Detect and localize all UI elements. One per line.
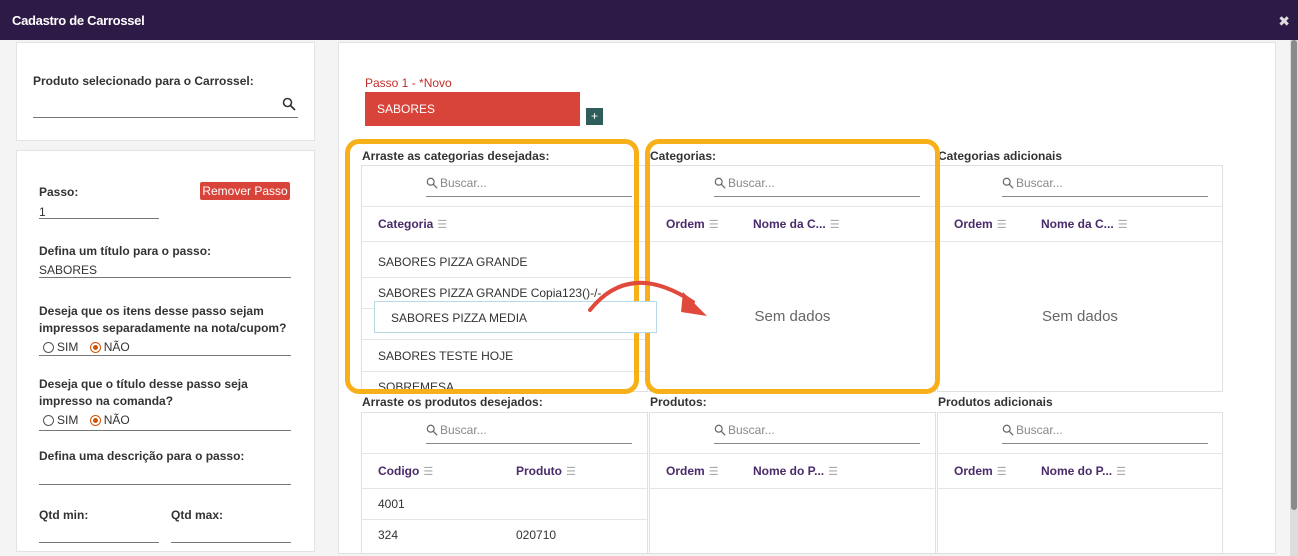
- search-icon: [426, 424, 438, 436]
- print-note-underline: [39, 355, 291, 356]
- radio-sim[interactable]: SIM: [43, 340, 78, 354]
- title-input[interactable]: SABORES: [39, 263, 97, 277]
- passo-label: Passo:: [39, 185, 79, 199]
- prod-target-grid[interactable]: Buscar... Ordem ☰ Nome do P... ☰: [649, 412, 936, 554]
- col-nome[interactable]: Nome da C... ☰: [1041, 217, 1128, 231]
- print-title-radios: SIM NÃO: [43, 413, 138, 427]
- cat-extra-title: Categorias adicionais: [938, 149, 1063, 163]
- qtd-min-input[interactable]: [39, 542, 159, 543]
- prod-target-search[interactable]: Buscar...: [714, 423, 920, 444]
- highlight-frame-target: [645, 139, 940, 394]
- prod-extra-header: Ordem ☰ Nome do P... ☰: [938, 453, 1222, 489]
- cat-extra-grid[interactable]: Buscar... Ordem ☰ Nome da C... ☰ Sem dados: [937, 165, 1223, 392]
- prod-extra-grid[interactable]: Buscar... Ordem ☰ Nome do P... ☰: [937, 412, 1223, 554]
- print-title-underline: [39, 430, 291, 431]
- remove-step-button[interactable]: Remover Passo: [200, 182, 290, 200]
- qtd-min-label: Qtd min:: [39, 508, 89, 522]
- filter-icon: ☰: [996, 219, 1007, 231]
- prod-source-grid: Buscar... Codigo ☰ Produto ☰ 4001 324 0207…: [361, 412, 648, 554]
- filter-icon: ☰: [996, 466, 1007, 478]
- empty-state: Sem dados: [1042, 308, 1118, 325]
- filter-icon: ☰: [828, 466, 839, 478]
- prod-target-title: Produtos:: [650, 395, 707, 409]
- col-codigo[interactable]: Codigo ☰: [378, 464, 433, 478]
- cat-extra-header: Ordem ☰ Nome da C... ☰: [938, 206, 1222, 242]
- title-underline: [39, 277, 291, 278]
- col-nome[interactable]: Nome do P... ☰: [753, 464, 838, 478]
- col-ordem[interactable]: Ordem ☰: [666, 464, 719, 478]
- col-nome[interactable]: Nome do P... ☰: [1041, 464, 1126, 478]
- step-form-panel: Passo: 1 Defina um título para o passo: …: [16, 150, 315, 552]
- table-row[interactable]: 4001: [362, 488, 647, 520]
- table-row[interactable]: 324 020710: [362, 519, 647, 550]
- radio-nao[interactable]: NÃO: [89, 413, 130, 427]
- filter-icon: ☰: [1116, 466, 1127, 478]
- prod-extra-title: Produtos adicionais: [938, 395, 1053, 409]
- curved-arrow-icon: [588, 280, 707, 316]
- filter-icon: ☰: [708, 466, 719, 478]
- radio-sim-icon: [43, 415, 54, 426]
- search-icon: [1002, 424, 1014, 436]
- scrollbar-thumb[interactable]: [1291, 40, 1297, 510]
- cat-extra-search[interactable]: Buscar...: [1002, 176, 1208, 197]
- product-panel: Produto selecionado para o Carrossel:: [16, 42, 315, 141]
- step-label: Passo 1 - *Novo: [365, 76, 452, 90]
- prod-source-search[interactable]: Buscar...: [426, 423, 632, 444]
- search-icon[interactable]: [282, 97, 296, 111]
- col-ordem[interactable]: Ordem ☰: [954, 464, 1007, 478]
- radio-nao[interactable]: NÃO: [89, 340, 130, 354]
- passo-underline: [39, 218, 159, 219]
- close-icon[interactable]: ✖: [1278, 13, 1290, 30]
- highlight-frame-source: [345, 139, 639, 394]
- prod-source-title: Arraste os produtos desejados:: [362, 395, 543, 409]
- product-label: Produto selecionado para o Carrossel:: [33, 74, 254, 88]
- print-note-question: Deseja que os itens desse passo sejam im…: [39, 304, 287, 335]
- product-input[interactable]: [33, 95, 298, 118]
- prod-source-header: Codigo ☰ Produto ☰: [362, 453, 647, 489]
- step-tab-sabores[interactable]: SABORES: [365, 92, 580, 126]
- passo-input[interactable]: 1: [39, 205, 46, 219]
- filter-icon: ☰: [1117, 219, 1128, 231]
- col-produto[interactable]: Produto ☰: [516, 464, 576, 478]
- prod-target-header: Ordem ☰ Nome do P... ☰: [650, 453, 935, 489]
- radio-sim[interactable]: SIM: [43, 413, 78, 427]
- col-ordem[interactable]: Ordem ☰: [954, 217, 1007, 231]
- window-title: Cadastro de Carrossel: [12, 13, 145, 28]
- filter-icon: ☰: [423, 466, 434, 478]
- description-input[interactable]: [39, 484, 291, 485]
- add-step-button[interactable]: +: [586, 108, 603, 125]
- window-titlebar: Cadastro de Carrossel ✖: [0, 0, 1298, 40]
- qtd-max-input[interactable]: [171, 542, 291, 543]
- description-label: Defina uma descrição para o passo:: [39, 449, 245, 463]
- radio-nao-icon: [89, 415, 101, 426]
- filter-icon: ☰: [566, 466, 576, 478]
- print-note-radios: SIM NÃO: [43, 340, 138, 354]
- radio-sim-icon: [43, 342, 54, 353]
- search-icon: [714, 424, 726, 436]
- title-label: Defina um título para o passo:: [39, 244, 212, 258]
- radio-nao-icon: [89, 342, 101, 353]
- prod-extra-search[interactable]: Buscar...: [1002, 423, 1208, 444]
- print-title-question: Deseja que o título desse passo seja imp…: [39, 377, 248, 408]
- qtd-max-label: Qtd max:: [171, 508, 224, 522]
- scrollbar[interactable]: [1290, 40, 1298, 556]
- search-icon: [1002, 177, 1014, 189]
